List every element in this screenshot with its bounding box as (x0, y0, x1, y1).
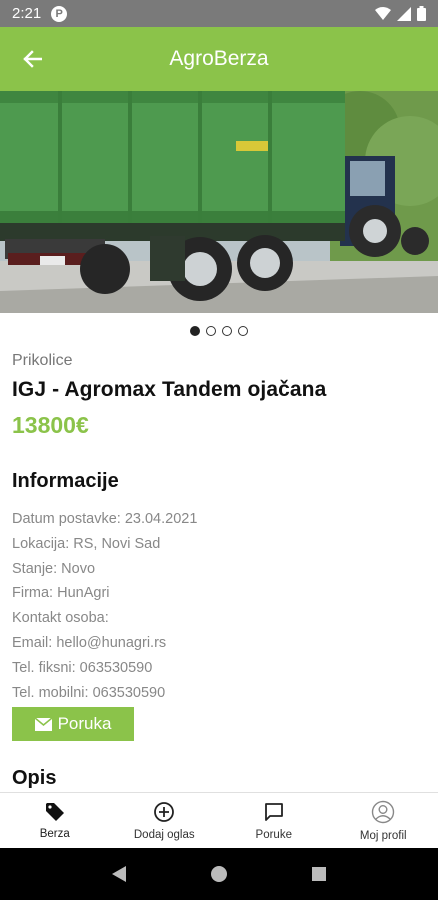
bottom-nav: Berza Dodaj oglas Poruke Moj profil (0, 792, 438, 848)
nav-label: Dodaj oglas (133, 828, 195, 841)
wifi-icon (375, 6, 391, 20)
nav-label: Moj profil (359, 829, 407, 842)
status-icons (375, 6, 426, 21)
info-condition: Stanje: Novo (12, 560, 96, 577)
description-heading: Opis (12, 767, 57, 789)
listing-photo[interactable] (0, 91, 438, 313)
home-circle-icon[interactable] (210, 865, 228, 883)
app-title: AgroBerza (169, 47, 269, 70)
chat-icon (264, 802, 283, 821)
nav-label: Poruke (255, 828, 292, 841)
message-button-label: Poruka (57, 714, 112, 733)
status-bar: 2:21 P (0, 0, 438, 27)
app-bar: AgroBerza (0, 27, 438, 91)
nav-item-poruke[interactable]: Poruke (219, 793, 329, 848)
system-nav-bar (0, 848, 438, 900)
carousel-dot[interactable] (206, 326, 216, 336)
listing-header: Prikolice IGJ - Agromax Tandem ojačana 1… (12, 352, 426, 439)
info-location: Lokacija: RS, Novi Sad (12, 535, 161, 552)
info-phone-landline[interactable]: Tel. fiksni: 063530590 (12, 658, 197, 683)
status-time: 2:21 (12, 5, 42, 22)
nav-label: Berza (39, 827, 70, 840)
add-circle-icon (154, 801, 175, 822)
nav-item-berza[interactable]: Berza (0, 793, 110, 848)
arrow-back-icon (23, 50, 42, 68)
listing-price: 13800€ (12, 412, 89, 438)
back-button[interactable] (0, 27, 64, 91)
mail-icon (34, 717, 52, 731)
info-heading: Informacije (12, 470, 119, 492)
account-icon (372, 800, 395, 823)
nav-item-moj-profil[interactable]: Moj profil (329, 793, 438, 848)
carousel-indicator (0, 326, 438, 336)
info-list: Datum postavke: 23.04.2021 Lokacija: RS,… (12, 509, 197, 707)
trailer-tractor-photo (0, 91, 438, 313)
carousel-dot[interactable] (190, 326, 200, 336)
info-contact-person: Kontakt osoba: (12, 610, 109, 627)
back-triangle-icon[interactable] (111, 865, 127, 883)
info-date: Datum postavke: 23.04.2021 (12, 511, 198, 527)
notification-badge-icon: P (51, 5, 68, 22)
listing-category: Prikolice (12, 352, 73, 369)
tag-icon (45, 802, 64, 821)
listing-title: IGJ - Agromax Tandem ojačana (12, 378, 327, 401)
info-phone-mobile[interactable]: Tel. mobilni: 063530590 (12, 683, 197, 708)
carousel-dot[interactable] (238, 326, 248, 336)
recents-square-icon[interactable] (311, 866, 327, 882)
message-button[interactable]: Poruka (12, 707, 134, 741)
info-company: Firma: HunAgri (12, 585, 110, 602)
carousel-dot[interactable] (222, 326, 232, 336)
battery-icon (417, 6, 426, 21)
nav-item-dodaj-oglas[interactable]: Dodaj oglas (110, 793, 220, 848)
signal-icon (397, 6, 411, 21)
info-email[interactable]: Email: hello@hunagri.rs (12, 633, 197, 658)
